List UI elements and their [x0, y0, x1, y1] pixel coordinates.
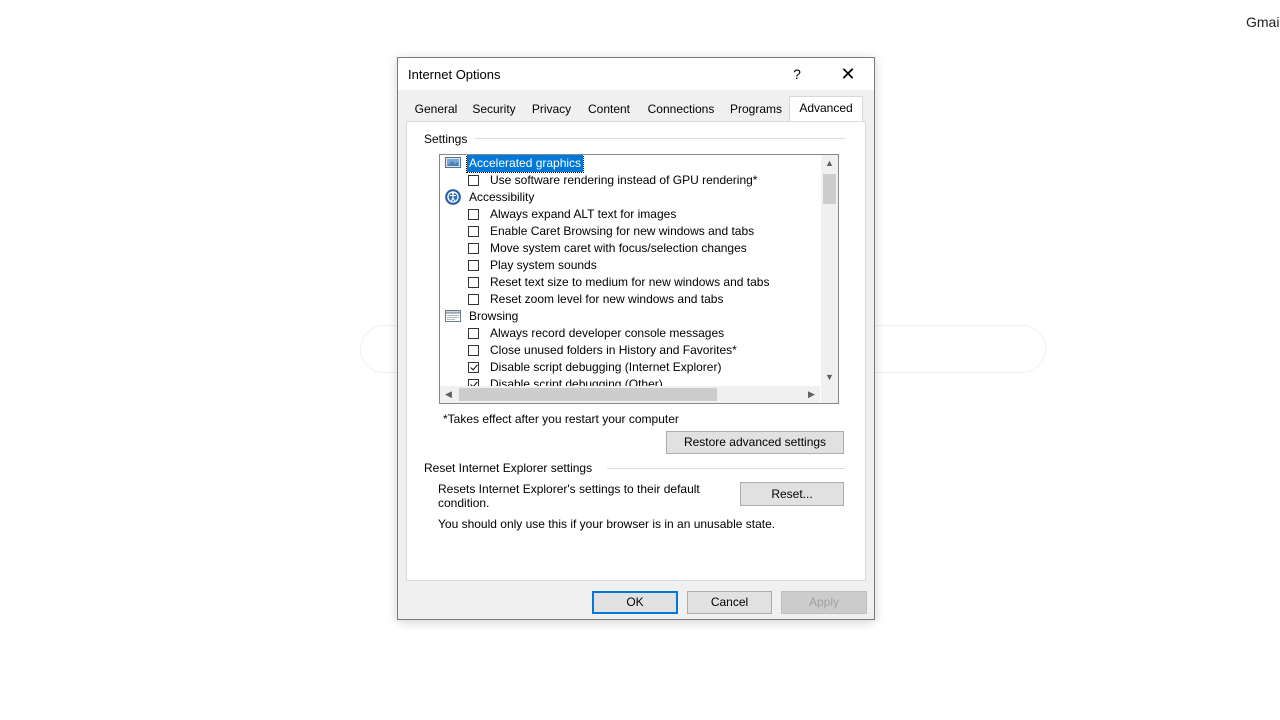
option-checkbox-checked[interactable]	[468, 379, 479, 386]
option-checkbox[interactable]	[468, 226, 479, 237]
vertical-scroll-thumb[interactable]	[823, 174, 836, 204]
reset-group-divider	[607, 468, 845, 469]
option-row[interactable]: Disable script debugging (Other)	[440, 376, 820, 386]
reset-description-line-1: Resets Internet Explorer's settings to t…	[438, 482, 700, 496]
reset-description-line-2: condition.	[438, 496, 490, 510]
restore-advanced-settings-button[interactable]: Restore advanced settings	[666, 431, 844, 454]
option-row[interactable]: Reset text size to medium for new window…	[440, 274, 820, 291]
scroll-up-arrow-icon[interactable]: ▲	[821, 155, 838, 172]
internet-options-dialog: Internet Options ? ✕ General Security Pr…	[397, 57, 875, 620]
option-row[interactable]: Disable script debugging (Internet Explo…	[440, 359, 820, 376]
option-checkbox[interactable]	[468, 294, 479, 305]
category-row[interactable]: Browsing	[440, 308, 820, 325]
option-checkbox[interactable]	[468, 243, 479, 254]
option-checkbox[interactable]	[468, 277, 479, 288]
option-label: Always expand ALT text for images	[490, 207, 677, 221]
option-label: Reset zoom level for new windows and tab…	[490, 292, 724, 306]
settings-group-divider	[475, 138, 845, 139]
category-label: Accelerated graphics	[465, 155, 585, 173]
option-row[interactable]: Always expand ALT text for images	[440, 206, 820, 223]
reset-group-label: Reset Internet Explorer settings	[424, 461, 599, 475]
option-checkbox[interactable]	[468, 175, 479, 186]
category-label: Accessibility	[469, 190, 535, 204]
category-label: Browsing	[469, 309, 519, 323]
option-label: Disable script debugging (Other)	[490, 377, 663, 386]
option-row[interactable]: Enable Caret Browsing for new windows an…	[440, 223, 820, 240]
option-label: Enable Caret Browsing for new windows an…	[490, 224, 755, 238]
option-row[interactable]: Play system sounds	[440, 257, 820, 274]
close-button[interactable]: ✕	[834, 62, 862, 86]
tab-connections[interactable]: Connections	[639, 99, 723, 119]
option-checkbox[interactable]	[468, 328, 479, 339]
option-row[interactable]: Use software rendering instead of GPU re…	[440, 172, 820, 189]
option-label: Reset text size to medium for new window…	[490, 275, 770, 289]
category-row[interactable]: Accessibility	[440, 189, 820, 206]
advanced-settings-list[interactable]: Accelerated graphics Use software render…	[439, 154, 839, 404]
monitor-icon	[445, 157, 461, 168]
scroll-right-arrow-icon[interactable]: ▶	[803, 386, 820, 403]
tab-content[interactable]: Content	[579, 99, 639, 119]
tab-security[interactable]: Security	[464, 99, 524, 119]
browser-window-icon	[445, 310, 461, 322]
option-label: Close unused folders in History and Favo…	[490, 343, 737, 357]
settings-list-viewport: Accelerated graphics Use software render…	[440, 155, 820, 386]
tab-advanced[interactable]: Advanced	[789, 96, 863, 121]
option-checkbox[interactable]	[468, 345, 479, 356]
cancel-button[interactable]: Cancel	[687, 591, 772, 614]
ok-button[interactable]: OK	[592, 591, 678, 614]
option-checkbox-checked[interactable]	[468, 362, 479, 373]
settings-group-label: Settings	[424, 132, 474, 146]
option-label: Play system sounds	[490, 258, 597, 272]
advanced-tab-panel: Settings Accelerated graphics Use softwa…	[406, 121, 866, 581]
reset-warning: You should only use this if your browser…	[438, 517, 776, 531]
gmail-link[interactable]: Gmai	[1246, 14, 1279, 30]
reset-button[interactable]: Reset...	[740, 482, 844, 506]
horizontal-scrollbar[interactable]: ◀ ▶	[440, 386, 820, 403]
option-label: Always record developer console messages	[490, 326, 725, 340]
option-row[interactable]: Always record developer console messages	[440, 325, 820, 342]
tab-programs[interactable]: Programs	[723, 99, 789, 119]
option-label: Use software rendering instead of GPU re…	[490, 173, 758, 187]
scroll-down-arrow-icon[interactable]: ▼	[821, 369, 838, 386]
category-row[interactable]: Accelerated graphics	[440, 155, 820, 173]
option-label: Move system caret with focus/selection c…	[490, 241, 747, 255]
help-button[interactable]: ?	[788, 64, 806, 84]
title-bar: Internet Options ? ✕	[398, 58, 874, 90]
option-checkbox[interactable]	[468, 260, 479, 271]
dialog-title: Internet Options	[408, 67, 501, 82]
tab-general[interactable]: General	[408, 99, 464, 119]
accessibility-icon	[445, 189, 461, 205]
horizontal-scroll-thumb[interactable]	[459, 388, 717, 401]
option-row[interactable]: Reset zoom level for new windows and tab…	[440, 291, 820, 308]
option-row[interactable]: Move system caret with focus/selection c…	[440, 240, 820, 257]
option-label: Disable script debugging (Internet Explo…	[490, 360, 722, 374]
option-checkbox[interactable]	[468, 209, 479, 220]
scrollbar-corner	[821, 386, 838, 403]
option-row[interactable]: Close unused folders in History and Favo…	[440, 342, 820, 359]
vertical-scrollbar[interactable]: ▲ ▼	[821, 155, 838, 386]
scroll-left-arrow-icon[interactable]: ◀	[440, 386, 457, 403]
restart-note: *Takes effect after you restart your com…	[443, 412, 679, 426]
apply-button[interactable]: Apply	[781, 591, 867, 614]
tab-privacy[interactable]: Privacy	[524, 99, 579, 119]
